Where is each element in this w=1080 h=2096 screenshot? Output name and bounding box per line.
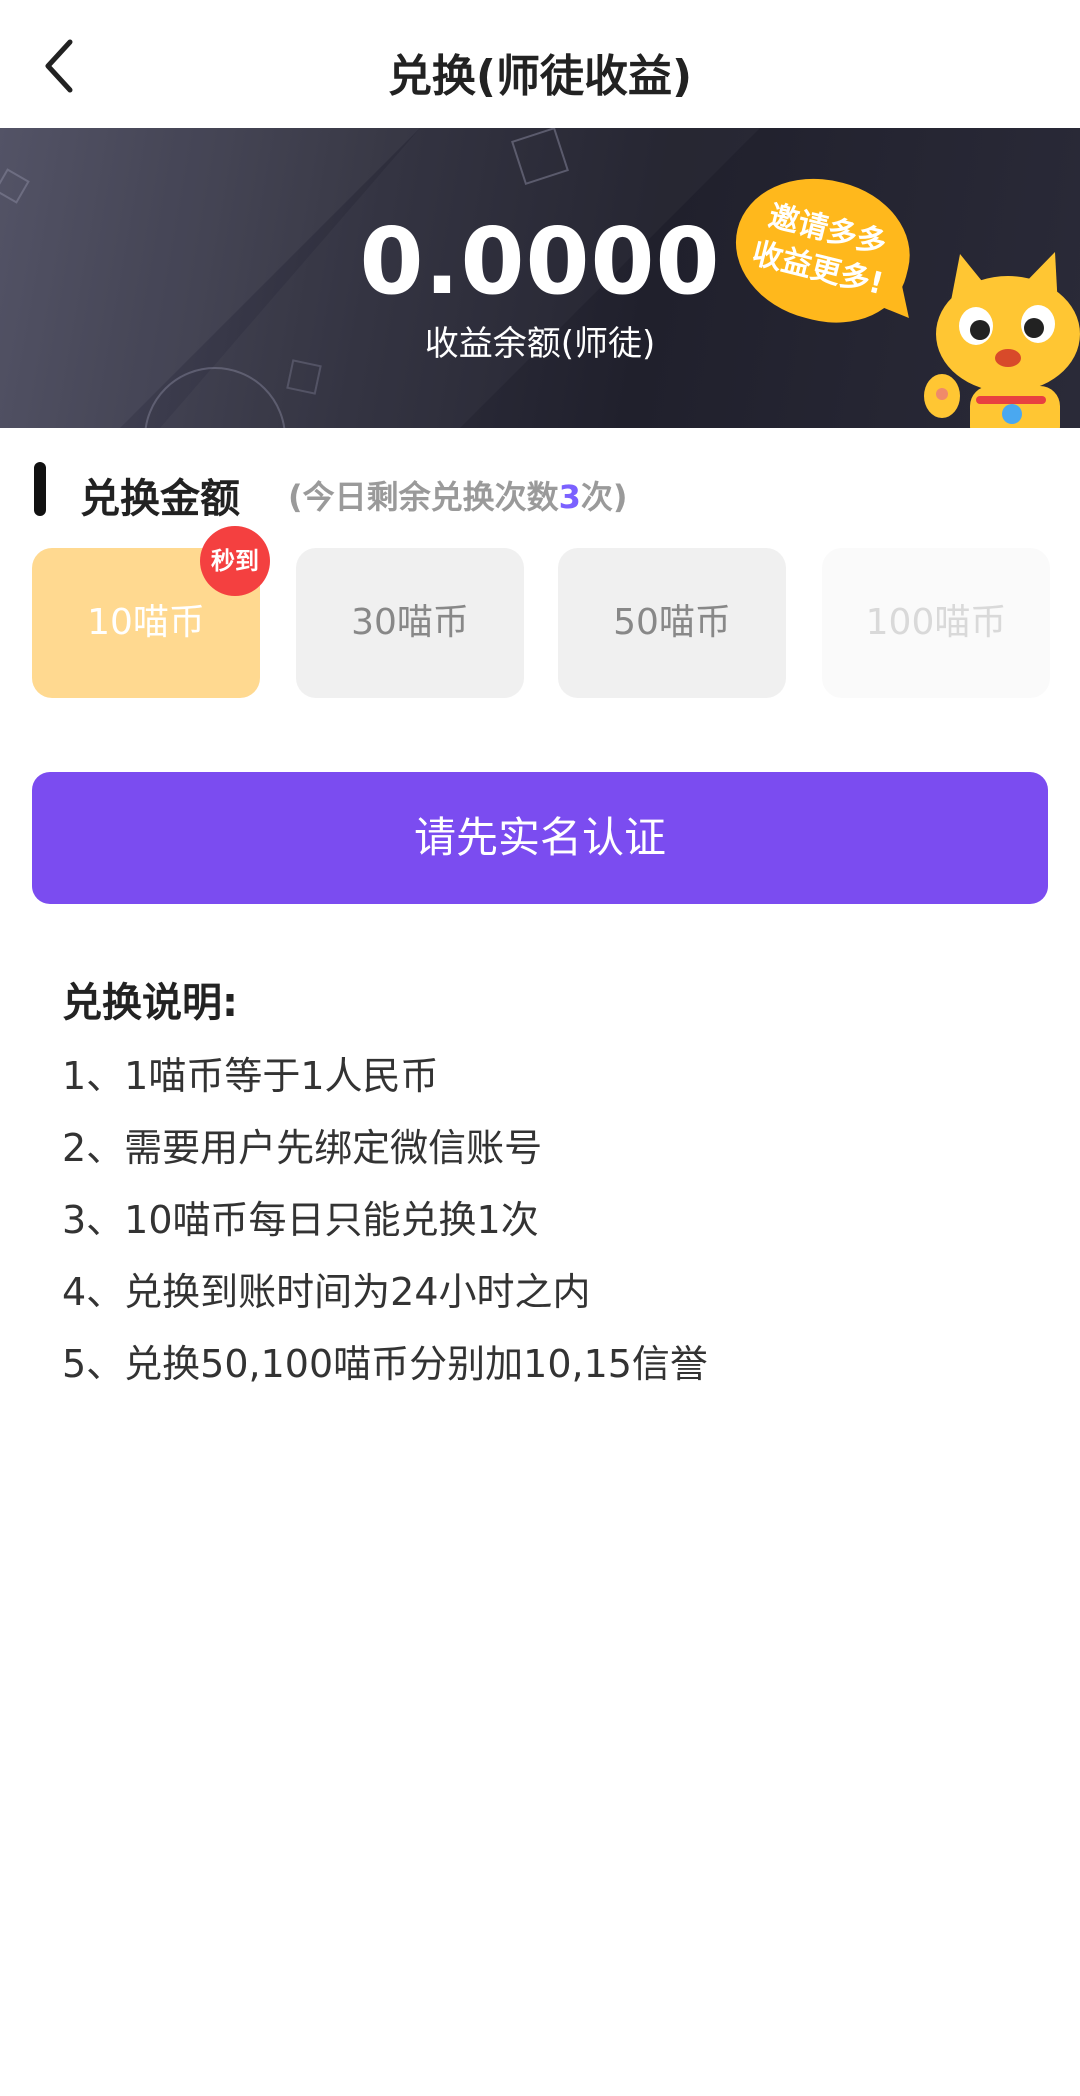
notes-title: 兑换说明: xyxy=(62,980,238,1026)
note-item-2: 2、需要用户先绑定微信账号 xyxy=(62,1126,543,1170)
balance-banner: 0.0000 收益余额(师徒) 邀请多多 收益更多! xyxy=(0,128,1080,428)
instant-badge: 秒到 xyxy=(200,526,270,596)
notes-list: 1、1喵币等于1人民币 2、需要用户先绑定微信账号 3、10喵币每日只能兑换1次… xyxy=(62,1040,708,1400)
note-item-5: 5、兑换50,100喵币分别加10,15信誉 xyxy=(62,1342,708,1386)
balance-label: 收益余额(师徒) xyxy=(424,324,656,364)
verify-identity-button[interactable]: 请先实名认证 xyxy=(32,772,1048,904)
amount-option-30[interactable]: 30喵币 xyxy=(296,548,524,698)
section-indicator xyxy=(34,462,46,516)
amount-option-50[interactable]: 50喵币 xyxy=(558,548,786,698)
remaining-suffix: 次) xyxy=(580,478,628,516)
cat-mascot-icon xyxy=(924,252,1080,428)
remaining-count-text: (今日剩余兑换次数3次) xyxy=(288,472,628,518)
section-title: 兑换金额 xyxy=(80,476,240,522)
remaining-prefix: (今日剩余兑换次数 xyxy=(288,478,559,516)
remaining-count: 3 xyxy=(558,478,581,516)
note-item-1: 1、1喵币等于1人民币 xyxy=(62,1054,439,1098)
amount-option-100[interactable]: 100喵币 xyxy=(822,548,1050,698)
nav-bar: 兑换(师徒收益) xyxy=(0,0,1080,128)
page-title: 兑换(师徒收益) xyxy=(387,51,693,102)
note-item-4: 4、兑换到账时间为24小时之内 xyxy=(62,1270,591,1314)
note-item-3: 3、10喵币每日只能兑换1次 xyxy=(62,1198,539,1242)
balance-value: 0.0000 xyxy=(359,208,721,315)
